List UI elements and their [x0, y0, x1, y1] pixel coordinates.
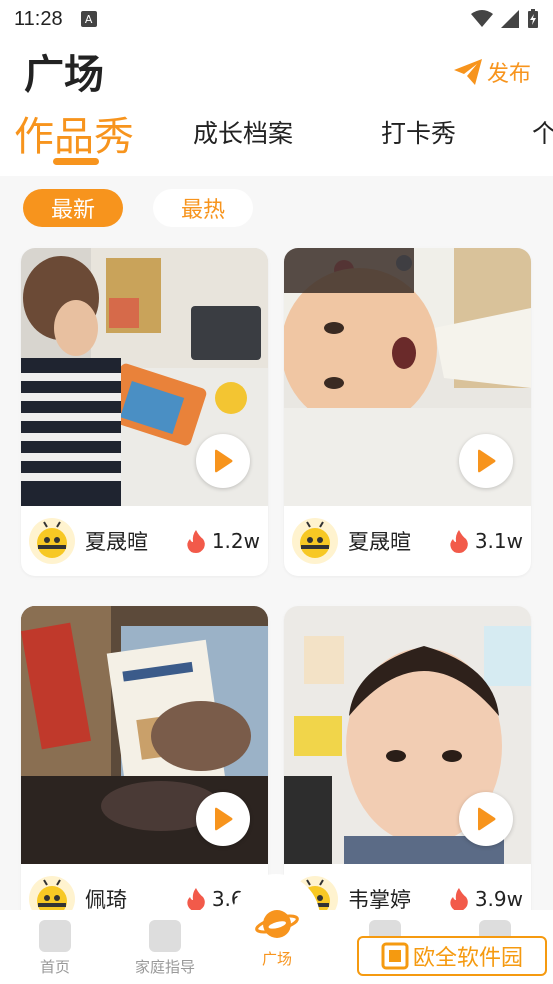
home-icon — [39, 920, 71, 952]
play-icon — [478, 449, 496, 473]
watermark-text: 欧全软件园 — [412, 946, 523, 971]
card-meta: 夏晟暄 3.1w — [284, 506, 531, 576]
site-logo-icon — [381, 942, 409, 970]
tab-active-indicator — [53, 158, 99, 165]
hot-value: 3.1w — [474, 529, 523, 553]
video-thumbnail[interactable] — [21, 248, 268, 506]
filter-latest[interactable]: 最新 — [23, 189, 123, 227]
hot-count: 3.1w — [449, 529, 523, 553]
signal-icon — [501, 10, 519, 28]
hot-value: 3.9w — [474, 887, 523, 911]
nav-family-guidance[interactable]: 家庭指导 — [110, 920, 220, 977]
watermark-badge: 欧全软件园 — [357, 936, 547, 976]
tab-growth-archive[interactable]: 成长档案 — [193, 114, 293, 150]
nav-family-guidance-label: 家庭指导 — [134, 958, 195, 976]
notification-a-icon: A — [80, 11, 97, 27]
planet-icon — [255, 910, 299, 938]
tab-checkin-show[interactable]: 打卡秀 — [381, 114, 456, 150]
hot-value: 1.2w — [211, 529, 260, 553]
flame-icon — [187, 888, 205, 911]
video-thumbnail[interactable] — [21, 606, 268, 864]
author-name: 夏晟暄 — [348, 530, 411, 554]
status-bar: 11:28 A — [0, 0, 553, 38]
category-tabs: 作品秀 成长档案 打卡秀 个 — [0, 100, 553, 176]
flame-icon — [450, 530, 468, 553]
bee-avatar-icon — [37, 521, 67, 558]
video-card[interactable]: 夏晟暄 3.1w — [284, 248, 531, 576]
flame-icon — [450, 888, 468, 911]
play-icon — [478, 807, 496, 831]
avatar[interactable] — [292, 518, 338, 564]
tab-works[interactable]: 作品秀 — [14, 104, 134, 162]
status-time: 11:28 — [14, 7, 63, 30]
paper-plane-icon — [453, 59, 482, 85]
video-card[interactable]: 韦掌婷 3.9w — [284, 606, 531, 934]
tab-more[interactable]: 个 — [532, 114, 553, 150]
play-button[interactable] — [459, 792, 513, 846]
play-icon — [215, 807, 233, 831]
filter-hottest[interactable]: 最热 — [153, 189, 253, 227]
hot-count: 3.9w — [449, 887, 523, 911]
video-card[interactable]: 夏晟暄 1.2w — [21, 248, 268, 576]
video-card[interactable]: 佩琦 3.6w — [21, 606, 268, 934]
play-icon — [215, 449, 233, 473]
page-title: 广场 — [24, 52, 104, 98]
wifi-icon — [471, 10, 493, 27]
filter-bar: 最新 最热 — [0, 176, 553, 238]
header: 广场 发布 — [0, 38, 553, 108]
status-icons — [471, 9, 539, 29]
play-button[interactable] — [196, 434, 250, 488]
nav-home[interactable]: 首页 — [0, 920, 110, 977]
nav-home-label: 首页 — [39, 958, 70, 976]
nav-square-label: 广场 — [261, 950, 292, 968]
flame-icon — [187, 530, 205, 553]
avatar[interactable] — [29, 518, 75, 564]
publish-button[interactable]: 发布 — [453, 56, 531, 88]
publish-label: 发布 — [486, 62, 531, 87]
play-button[interactable] — [196, 792, 250, 846]
card-meta: 夏晟暄 1.2w — [21, 506, 268, 576]
video-thumbnail[interactable] — [284, 606, 531, 864]
play-button[interactable] — [459, 434, 513, 488]
bee-avatar-icon — [300, 521, 330, 558]
nav-square[interactable]: 广场 — [222, 904, 332, 969]
guidance-icon — [149, 920, 181, 952]
video-thumbnail[interactable] — [284, 248, 531, 506]
hot-count: 1.2w — [186, 529, 260, 553]
battery-icon — [528, 9, 538, 28]
author-name: 夏晟暄 — [85, 530, 148, 554]
